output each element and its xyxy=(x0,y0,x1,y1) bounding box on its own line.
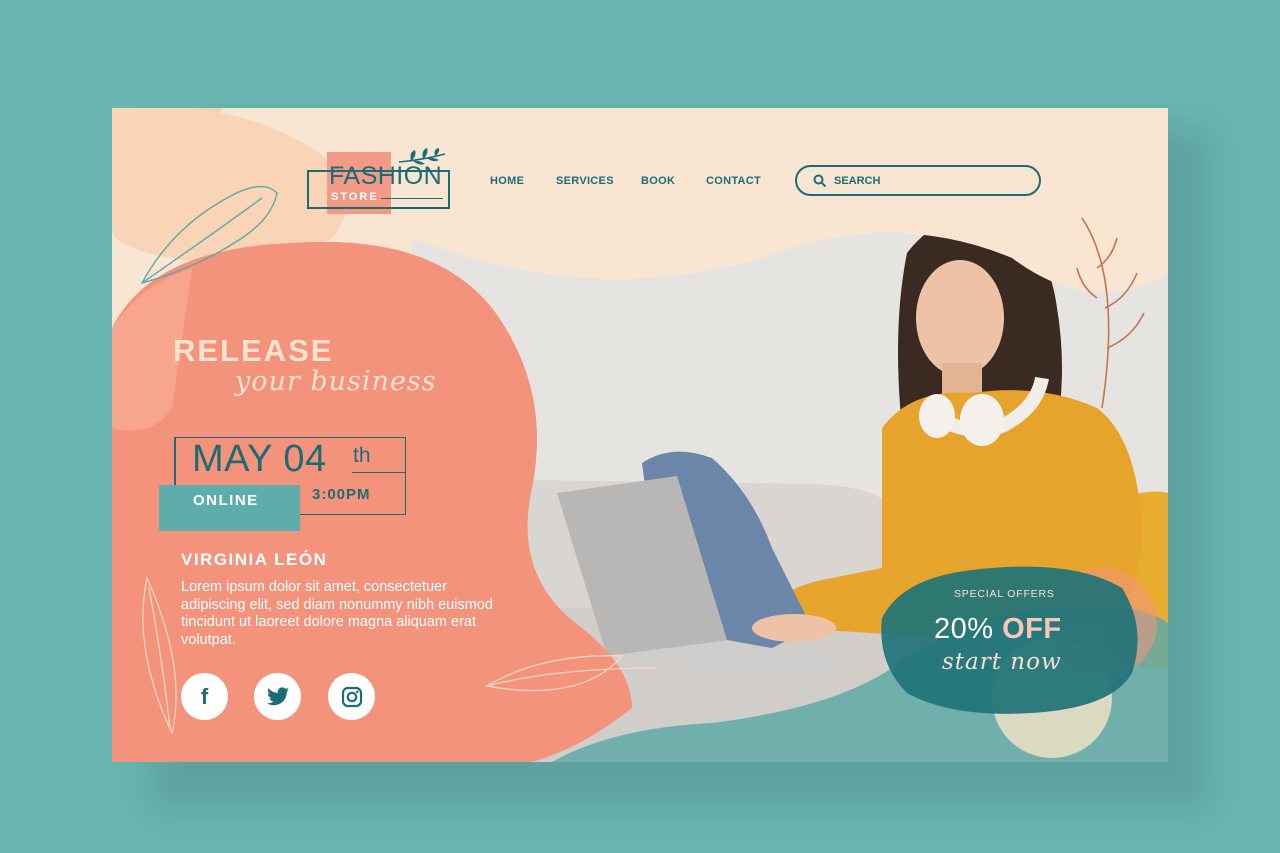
logo-word-fashion: FASHION xyxy=(329,162,443,190)
logo[interactable]: FASHION STORE xyxy=(307,148,452,214)
nav-home[interactable]: HOME xyxy=(490,175,524,187)
nav-services[interactable]: SERVICES xyxy=(556,175,614,187)
offer-percent: 20% xyxy=(934,613,994,645)
search-bar[interactable] xyxy=(795,165,1041,196)
nav-book[interactable]: BOOK xyxy=(641,175,675,187)
search-input[interactable] xyxy=(834,174,1014,187)
event-mode: ONLINE xyxy=(193,492,259,509)
event-date: MAY 04 xyxy=(192,438,327,480)
twitter-button[interactable] xyxy=(254,673,301,720)
offer-off: OFF xyxy=(1002,613,1062,645)
instagram-icon xyxy=(341,686,362,707)
nav-contact[interactable]: CONTACT xyxy=(706,175,761,187)
landing-page-card: FASHION STORE HOME SERVICES BOOK CONTACT… xyxy=(112,108,1168,762)
hero-script-subtitle: your business xyxy=(235,366,437,397)
facebook-button[interactable]: f xyxy=(181,673,228,720)
offer-cta[interactable]: start now xyxy=(942,649,1062,675)
facebook-icon: f xyxy=(200,683,209,709)
hands xyxy=(752,614,836,642)
face xyxy=(916,260,1004,376)
logo-word-store: STORE xyxy=(331,191,379,203)
logo-underline xyxy=(381,198,443,199)
offer-discount[interactable]: 20% OFF xyxy=(934,613,1062,646)
offer-label: SPECIAL OFFERS xyxy=(954,588,1055,600)
twitter-icon xyxy=(266,686,289,705)
event-time: 3:00PM xyxy=(312,486,371,503)
date-suffix-underline xyxy=(352,472,406,473)
speaker-name: VIRGINIA LEÓN xyxy=(181,550,328,569)
hero-headline: RELEASE xyxy=(173,333,334,368)
search-icon[interactable] xyxy=(813,174,827,188)
headphone-left xyxy=(919,394,955,438)
hero-description: Lorem ipsum dolor sit amet, consectetuer… xyxy=(181,579,493,648)
headphone-right xyxy=(960,394,1004,446)
event-date-suffix: th xyxy=(353,444,371,467)
instagram-button[interactable] xyxy=(328,673,375,720)
